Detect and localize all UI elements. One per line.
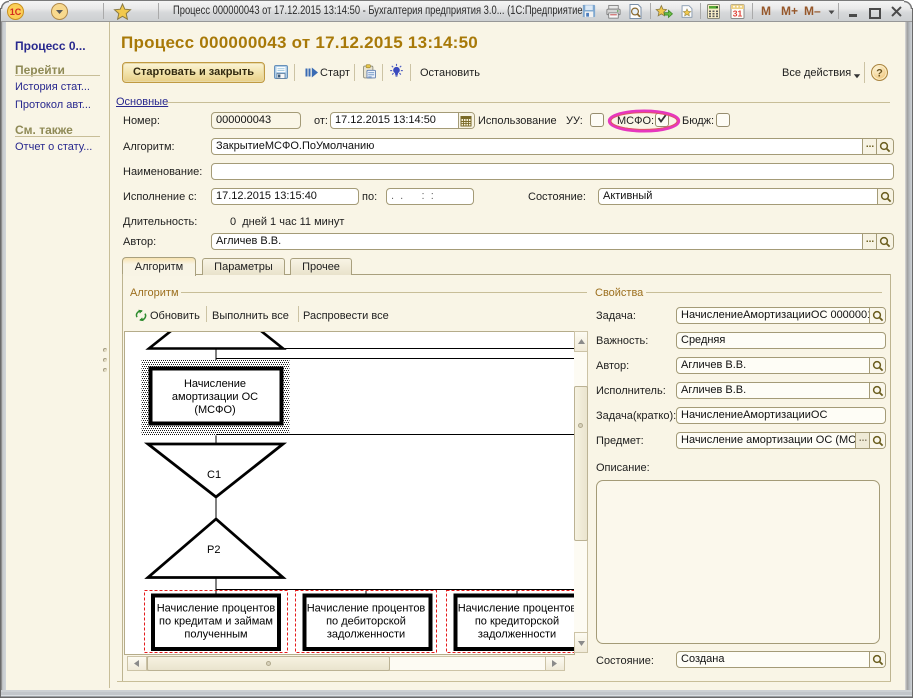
svg-text:задолженности: задолженности bbox=[478, 629, 556, 641]
svg-text:(МСФО): (МСФО) bbox=[194, 404, 235, 416]
svg-text:по дебиторской: по дебиторской bbox=[326, 616, 406, 628]
svg-text:1С: 1С bbox=[10, 7, 22, 17]
svg-text:по кредиторской: по кредиторской bbox=[475, 616, 559, 628]
svg-text:амортизации ОС: амортизации ОС bbox=[172, 391, 258, 403]
svg-text:Начисление: Начисление bbox=[184, 378, 246, 390]
svg-text:Начисление процентов: Начисление процентов bbox=[157, 603, 276, 615]
svg-text:?: ? bbox=[876, 68, 883, 80]
svg-text:Начисление процентов: Начисление процентов bbox=[458, 603, 574, 615]
svg-text:С1: С1 bbox=[207, 469, 221, 481]
svg-text:Начисление процентов: Начисление процентов bbox=[307, 603, 426, 615]
svg-text:задолженности: задолженности bbox=[327, 629, 405, 641]
svg-text:Р2: Р2 bbox=[207, 544, 220, 556]
svg-text:полученным: полученным bbox=[184, 629, 247, 641]
svg-text:по кредитам и займам: по кредитам и займам bbox=[159, 616, 273, 628]
svg-text:31: 31 bbox=[733, 9, 743, 19]
